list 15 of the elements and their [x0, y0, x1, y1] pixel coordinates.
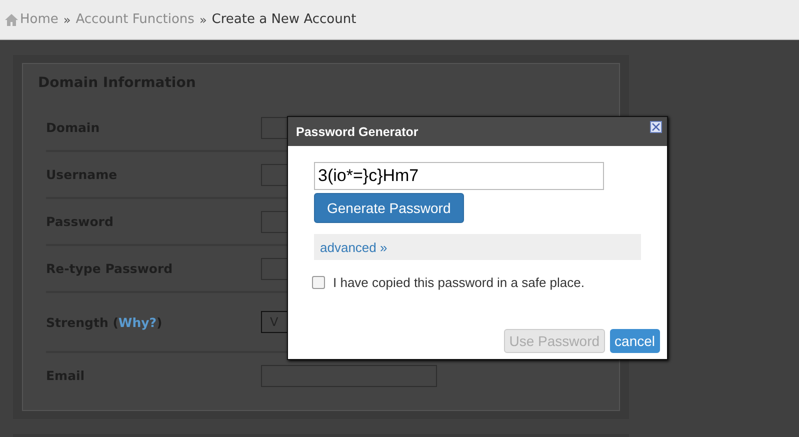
checkbox-label: I have copied this password in a safe place.: [333, 275, 584, 290]
cancel-button[interactable]: cancel: [610, 329, 660, 353]
breadcrumb-current: Create a New Account: [212, 12, 356, 27]
checkbox[interactable]: [312, 276, 325, 289]
dialog-title: Password Generator: [296, 124, 418, 138]
breadcrumb-separator: »: [63, 12, 71, 26]
password-field[interactable]: 3(io*=}c}Hm7: [314, 162, 604, 190]
breadcrumb-link[interactable]: Home: [20, 12, 58, 27]
close-icon[interactable]: [650, 121, 662, 133]
breadcrumb-separator: »: [199, 12, 207, 26]
breadcrumb-link[interactable]: Account Functions: [76, 12, 194, 27]
advanced-link[interactable]: advanced »: [320, 240, 388, 254]
house-icon: [5, 14, 18, 26]
why-link[interactable]: Why?: [118, 314, 157, 330]
generate-password-button[interactable]: Generate Password: [314, 193, 464, 223]
